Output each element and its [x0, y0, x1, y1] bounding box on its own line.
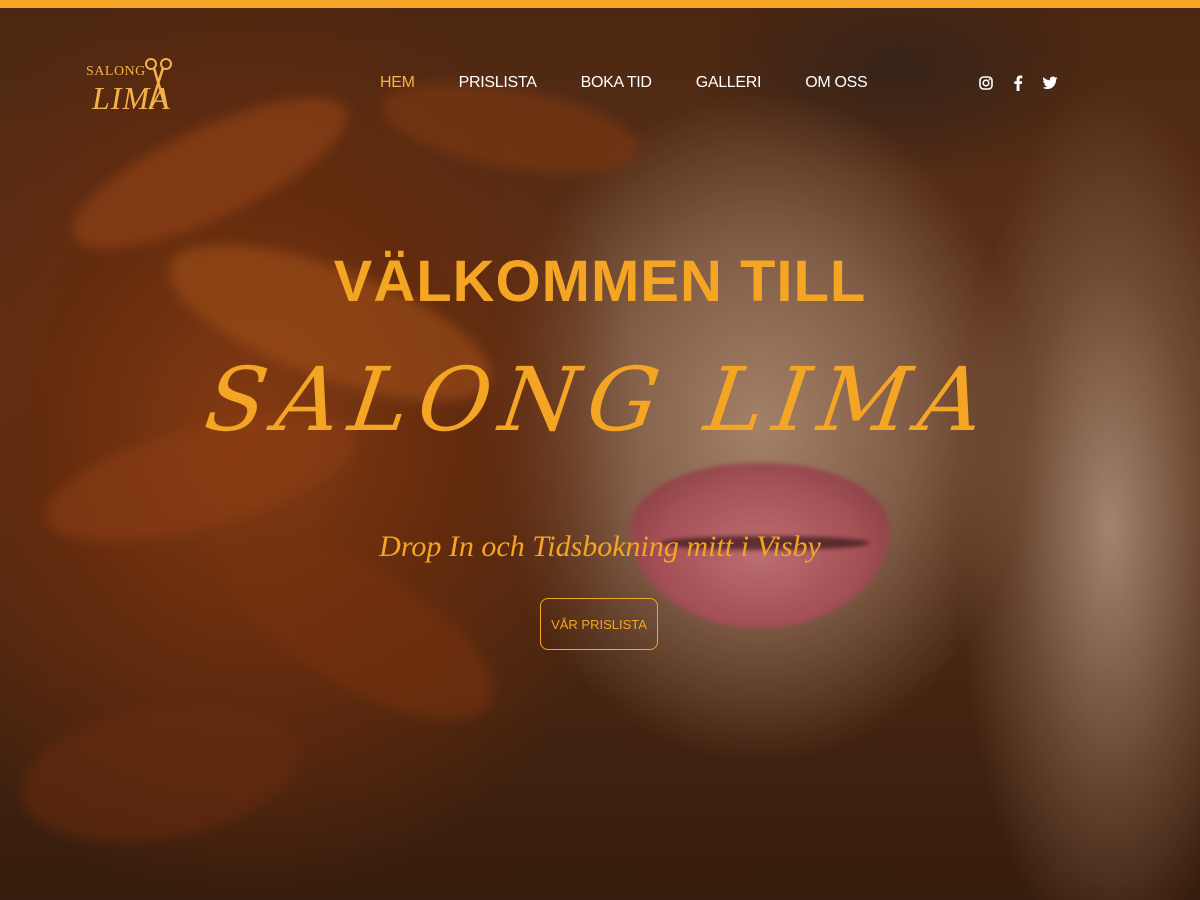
nav-item-hem[interactable]: HEM — [380, 74, 415, 98]
logo-top-text: SALONG — [86, 64, 146, 79]
scissors-icon — [145, 58, 172, 110]
nav-item-boka-tid[interactable]: BOKA TID — [581, 74, 652, 98]
salong-lima-logo[interactable]: SALONG LIMA — [86, 52, 186, 122]
top-accent-bar — [0, 0, 1200, 8]
page: SALONG LIMA HEM PRISLISTA BOKA TID GALLE… — [0, 0, 1200, 900]
var-prislista-button[interactable]: VÅR PRISLISTA — [540, 598, 658, 650]
social-links — [978, 74, 1058, 92]
nav-item-prislista[interactable]: PRISLISTA — [459, 74, 537, 98]
facebook-icon[interactable] — [1010, 74, 1026, 92]
nav-item-om-oss[interactable]: OM OSS — [805, 74, 868, 98]
instagram-icon[interactable] — [978, 74, 994, 92]
hero-brand-name: SALONG LIMA — [199, 348, 1001, 451]
hero-overlay — [0, 8, 1200, 900]
hero-tagline: Drop In och Tidsbokning mitt i Visby — [379, 530, 821, 563]
hero-title: VÄLKOMMEN TILL — [333, 249, 867, 314]
nav-item-galleri[interactable]: GALLERI — [696, 74, 762, 98]
main-nav: HEM PRISLISTA BOKA TID GALLERI OM OSS — [380, 74, 868, 98]
twitter-icon[interactable] — [1042, 74, 1058, 92]
